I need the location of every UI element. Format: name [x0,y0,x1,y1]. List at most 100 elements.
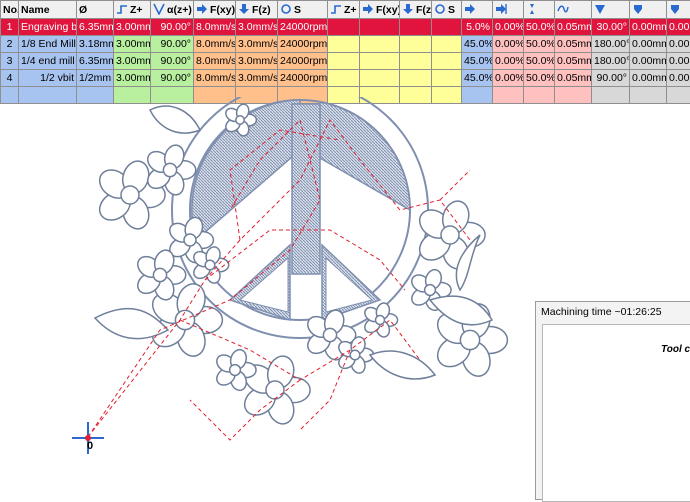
cell-tool-offset-2[interactable]: 0.00mm [667,53,690,70]
cell-fz-2[interactable] [400,36,432,53]
header-angle[interactable]: α(z+) [151,1,194,19]
cell-vbit-angle[interactable]: 90.00° [592,70,630,87]
cell-fz[interactable]: 3.0mm/s [236,36,278,53]
cell-name[interactable]: 1/2 vbit [19,70,77,87]
cell-zplus-2[interactable] [328,70,360,87]
header-stepover[interactable] [462,1,493,19]
header-name[interactable]: Name [19,1,77,19]
header-fxy-2[interactable]: F(xy) [360,1,400,19]
cell-diameter[interactable]: 1/2mm [77,70,114,87]
cell-spindle[interactable]: 24000rpm [278,36,328,53]
cell-angle[interactable]: 90.00° [151,36,194,53]
cell-name[interactable]: 1/8 End Mill [19,36,77,53]
cell-spindle-2[interactable] [432,19,462,36]
cell-stepover[interactable]: 5.0% [462,19,493,36]
cell-zplus-2[interactable] [328,19,360,36]
cell-depth-step[interactable]: 50.0% [524,53,555,70]
cell-no[interactable]: 3 [1,53,19,70]
cell-angle[interactable]: 90.00° [151,19,194,36]
cell-fxy[interactable]: 8.0mm/s [194,36,236,53]
cell-tool-offset[interactable]: 0.00mm [630,36,667,53]
header-tool-offset-2[interactable] [667,1,690,19]
cell-fxy[interactable]: 8.0mm/s [194,53,236,70]
header-zplus-2[interactable]: Z+ [328,1,360,19]
cell-fxy-2[interactable] [360,36,400,53]
cell-spindle-2[interactable] [432,53,462,70]
cell-angle[interactable]: 90.00° [151,70,194,87]
header-tool-offset[interactable] [630,1,667,19]
cell-no[interactable]: 1 [1,19,19,36]
cell-zplus-2[interactable] [328,53,360,70]
header-fz[interactable]: F(z) [236,1,278,19]
cell-fz[interactable]: 3.0mm/s [236,53,278,70]
header-fxy[interactable]: F(xy) [194,1,236,19]
cell-spindle-2[interactable] [432,36,462,53]
cell-tool-offset-2[interactable]: 0.00mm [667,70,690,87]
header-vbit-angle[interactable] [592,1,630,19]
cell-wave[interactable]: 0.05mm [555,19,592,36]
cell-zplus[interactable]: 3.00mm [114,36,151,53]
cell-zplus-2[interactable] [328,36,360,53]
header-diameter[interactable]: Ø [77,1,114,19]
cell-diameter[interactable]: 6.35mm [77,53,114,70]
cell-stepover[interactable]: 45.0% [462,53,493,70]
cell-fz[interactable]: 3.0mm/s [236,19,278,36]
table-row[interactable]: 21/8 End Mill3.18mm3.00mm90.00°8.0mm/s3.… [1,36,690,53]
header-wave[interactable] [555,1,592,19]
cell-fz[interactable]: 3.0mm/s [236,70,278,87]
cell-stepover[interactable]: 45.0% [462,36,493,53]
cell-fz-2[interactable] [400,19,432,36]
cell-fxy-2[interactable] [360,19,400,36]
cell-stepover[interactable]: 45.0% [462,70,493,87]
cell-tool-offset[interactable]: 0.00mm [630,19,667,36]
cell-tool-offset-2[interactable]: 0.00mm [667,19,690,36]
cell-wave[interactable]: 0.05mm [555,53,592,70]
cell-stepover-2[interactable]: 0.00% [493,36,524,53]
cell-fz-2[interactable] [400,53,432,70]
table-row[interactable]: 41/2 vbit1/2mm3.00mm90.00°8.0mm/s3.0mm/s… [1,70,690,87]
cell-depth-step[interactable]: 50.0% [524,70,555,87]
cell-spindle-2[interactable] [432,70,462,87]
cell-stepover-2[interactable]: 0.00% [493,70,524,87]
cell-fxy[interactable]: 8.0mm/s [194,19,236,36]
cell-diameter[interactable]: 3.18mm [77,36,114,53]
cell-depth-step[interactable]: 50.0% [524,19,555,36]
cell-zplus[interactable]: 3.00mm [114,19,151,36]
cell-spindle[interactable]: 24000rpm [278,19,328,36]
machining-time-window[interactable]: Machining time ~01:26:25 Tool chan [535,301,690,500]
header-stepover-2[interactable] [493,1,524,19]
cell-tool-offset[interactable]: 0.00mm [630,53,667,70]
table-row[interactable]: 1Engraving bit6.35mm3.00mm90.00°8.0mm/s3… [1,19,690,36]
cell-zplus[interactable]: 3.00mm [114,70,151,87]
cell-diameter[interactable]: 6.35mm [77,19,114,36]
header-depth-step[interactable] [524,1,555,19]
cell-vbit-angle[interactable]: 180.00° [592,36,630,53]
cell-angle[interactable]: 90.00° [151,53,194,70]
header-spindle[interactable]: S [278,1,328,19]
header-spindle-2[interactable]: S [432,1,462,19]
cell-no[interactable]: 4 [1,70,19,87]
cell-stepover-2[interactable]: 0.00% [493,53,524,70]
cell-spindle[interactable]: 24000rpm [278,70,328,87]
cell-wave[interactable]: 0.05mm [555,70,592,87]
cell-stepover-2[interactable]: 0.00% [493,19,524,36]
cell-fxy-2[interactable] [360,70,400,87]
table-row[interactable]: 31/4 end mill6.35mm3.00mm90.00°8.0mm/s3.… [1,53,690,70]
cell-vbit-angle[interactable]: 180.00° [592,53,630,70]
cell-fxy[interactable]: 8.0mm/s [194,70,236,87]
header-zplus[interactable]: Z+ [114,1,151,19]
cell-spindle[interactable]: 24000rpm [278,53,328,70]
cell-fxy-2[interactable] [360,53,400,70]
cell-fz-2[interactable] [400,70,432,87]
cell-name[interactable]: 1/4 end mill [19,53,77,70]
cell-zplus[interactable]: 3.00mm [114,53,151,70]
header-no[interactable]: No. [1,1,19,19]
cell-tool-offset-2[interactable]: 0.00mm [667,36,690,53]
cell-depth-step[interactable]: 50.0% [524,36,555,53]
cell-name[interactable]: Engraving bit [19,19,77,36]
cell-vbit-angle[interactable]: 30.00° [592,19,630,36]
header-fz-2[interactable]: F(z) [400,1,432,19]
cell-no[interactable]: 2 [1,36,19,53]
cell-wave[interactable]: 0.05mm [555,36,592,53]
cell-tool-offset[interactable]: 0.00mm [630,70,667,87]
